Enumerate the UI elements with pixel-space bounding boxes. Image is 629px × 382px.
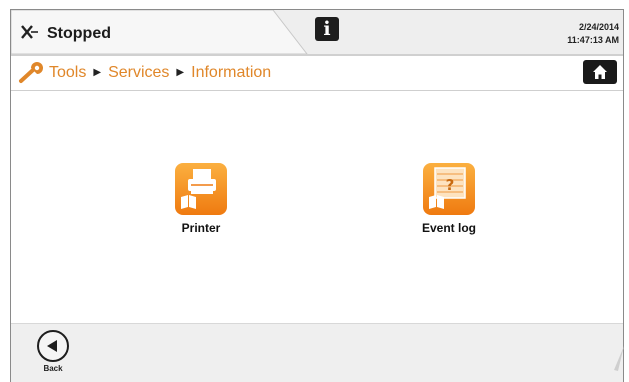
breadcrumb-information: Information — [191, 64, 272, 81]
time-text: 11:47:13 AM — [567, 35, 619, 45]
event-log-tile[interactable]: ? Event log — [389, 163, 509, 235]
breadcrumb-bar: Tools ▶ Services ▶ Information — [11, 56, 623, 91]
home-button[interactable] — [583, 60, 617, 84]
svg-text:?: ? — [446, 176, 455, 194]
breadcrumb-services[interactable]: Services — [108, 64, 169, 81]
machine-status-text: Stopped — [47, 25, 111, 42]
date-text: 2/24/2014 — [578, 22, 619, 32]
back-label: Back — [43, 364, 63, 373]
breadcrumb-separator: ▶ — [176, 67, 185, 78]
breadcrumb-separator: ▶ — [93, 67, 102, 78]
event-log-tile-icon: ? — [423, 163, 475, 215]
back-button[interactable]: Back — [33, 330, 73, 378]
home-icon — [593, 65, 607, 79]
bottom-bar: Back — [11, 323, 623, 382]
wrench-icon — [19, 62, 43, 83]
printer-icon — [181, 169, 216, 209]
breadcrumb: Tools ▶ Services ▶ Information — [49, 64, 271, 82]
back-arrow-icon — [37, 330, 69, 362]
printer-tile[interactable]: Printer — [141, 163, 261, 235]
main-content: Printer ? Event log — [11, 91, 623, 323]
app-window: Stopped i 2/24/2014 11:47:13 AM Tools ▶ Se… — [10, 9, 624, 382]
info-icon: i — [323, 18, 331, 40]
printer-label: Printer — [181, 221, 221, 235]
breadcrumb-tools[interactable]: Tools — [49, 64, 86, 81]
event-log-label: Event log — [421, 221, 476, 235]
date-time: 2/24/2014 11:47:13 AM — [567, 21, 619, 47]
x-icon — [21, 25, 38, 39]
status-bar: Stopped i 2/24/2014 11:47:13 AM — [11, 10, 623, 56]
info-button[interactable]: i — [315, 17, 339, 41]
printer-tile-icon — [175, 163, 227, 215]
event-log-icon: ? — [429, 167, 466, 209]
corner-mark-icon — [614, 346, 624, 371]
